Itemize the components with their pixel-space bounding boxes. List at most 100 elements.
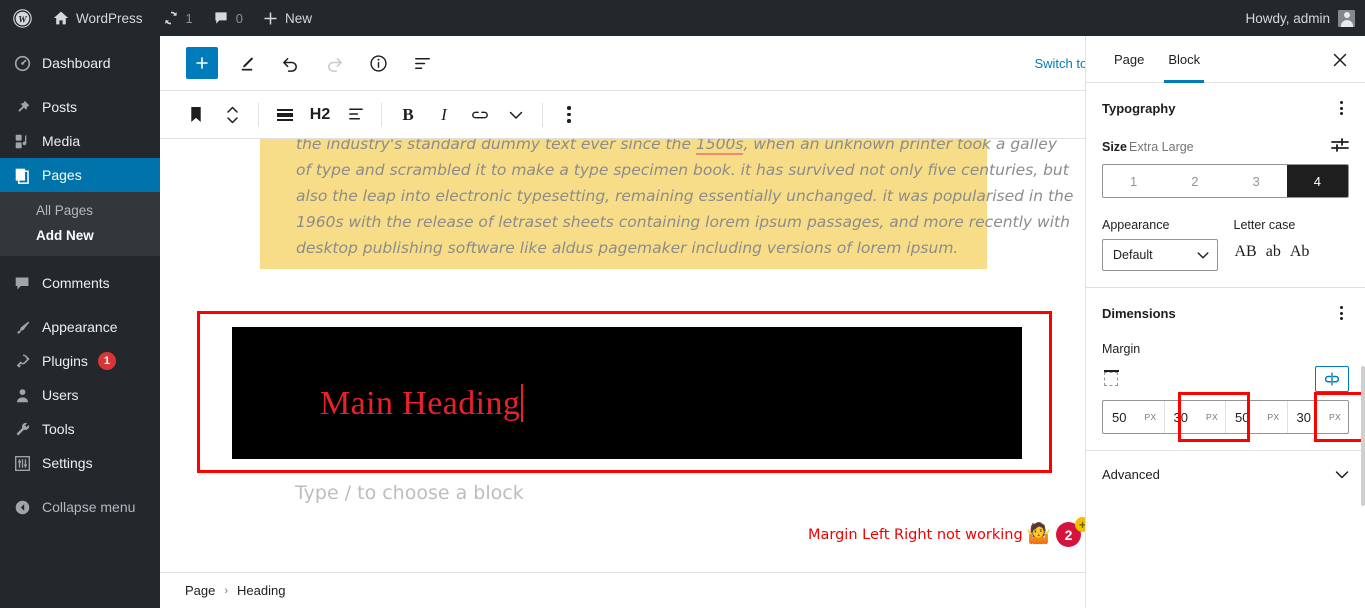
heading-text-value: Main Heading	[320, 385, 521, 422]
settings-sidebar: Page Block Typography Size Extra Large 1…	[1085, 36, 1365, 608]
block-options-button[interactable]	[551, 97, 587, 133]
annotation-rectangle-margin-left	[1314, 392, 1365, 442]
advanced-section-toggle[interactable]: Advanced	[1086, 451, 1365, 498]
updates-count: 1	[185, 10, 193, 26]
letter-case-lowercase-button[interactable]: ab	[1265, 241, 1282, 263]
add-block-button[interactable]	[186, 47, 218, 79]
chevron-down-icon	[1197, 251, 1208, 258]
paragraph-block[interactable]: the industry's standard dummy text ever …	[260, 139, 1074, 269]
advanced-label: Advanced	[1102, 467, 1160, 482]
empty-block-placeholder[interactable]: Type / to choose a block	[295, 482, 524, 504]
updates-button[interactable]: 1	[153, 0, 203, 36]
close-sidebar-button[interactable]	[1329, 49, 1351, 71]
sidebar-item-appearance[interactable]: Appearance	[0, 310, 160, 344]
admin-sidebar: Dashboard Posts Media Pages All Pages Ad…	[0, 36, 160, 608]
site-name-button[interactable]: WordPress	[43, 0, 153, 36]
letter-case-label: Letter case	[1233, 218, 1296, 232]
chevron-down-icon	[1335, 470, 1349, 478]
new-content-button[interactable]: New	[253, 0, 322, 36]
link-button[interactable]	[462, 97, 498, 133]
dimensions-options-button[interactable]	[1334, 302, 1349, 324]
heading-level-button[interactable]: H2	[303, 97, 337, 133]
sidebar-item-dashboard[interactable]: Dashboard	[0, 46, 160, 80]
paragraph-line: also the leap into electronic typesettin…	[296, 187, 1074, 205]
unlink-sides-button[interactable]	[1315, 366, 1349, 392]
edit-pencil-button[interactable]	[230, 47, 262, 79]
italic-button[interactable]: I	[426, 97, 462, 133]
wordpress-block-editor: W WordPress 1 0 New Howdy, admin Dashboa…	[0, 0, 1365, 608]
plus-icon	[264, 12, 277, 24]
wordpress-logo-icon: W	[13, 8, 32, 28]
plus-icon	[196, 57, 208, 69]
sidebar-item-users[interactable]: Users	[0, 378, 160, 412]
link-icon	[472, 111, 488, 118]
font-size-step-2[interactable]: 2	[1164, 165, 1225, 197]
paragraph-line: of type and scrambled it to make a type …	[296, 161, 1069, 179]
bold-button[interactable]: B	[390, 97, 426, 133]
list-view-button[interactable]	[406, 47, 438, 79]
appearance-select[interactable]: Default	[1102, 239, 1218, 271]
appearance-value: Default	[1113, 248, 1153, 262]
inspector-scrollbar[interactable]	[1361, 366, 1365, 506]
heading-block[interactable]: Main Heading	[232, 327, 1022, 459]
more-formats-button[interactable]	[498, 97, 534, 133]
block-type-group	[170, 91, 258, 139]
dashboard-icon	[12, 53, 32, 73]
comments-button[interactable]: 0	[203, 0, 253, 36]
appearance-label: Appearance	[1102, 218, 1170, 232]
sidebar-item-plugins[interactable]: Plugins 1	[0, 344, 160, 378]
font-size-stepper: 1 2 3 4	[1102, 164, 1349, 198]
sidebar-item-posts[interactable]: Posts	[0, 90, 160, 124]
sidebar-label: Pages	[42, 167, 82, 183]
close-icon	[1333, 53, 1347, 67]
tab-block[interactable]: Block	[1156, 36, 1212, 83]
block-mover-button[interactable]	[214, 97, 250, 133]
sidebar-item-collapse-menu[interactable]: Collapse menu	[0, 490, 160, 524]
document-info-button[interactable]	[362, 47, 394, 79]
site-name-label: WordPress	[76, 10, 143, 26]
typography-options-button[interactable]	[1334, 97, 1349, 119]
sidebar-item-media[interactable]: Media	[0, 124, 160, 158]
sidebar-item-comments[interactable]: Comments	[0, 266, 160, 300]
sidebar-label: Media	[42, 133, 81, 149]
sidebar-item-tools[interactable]: Tools	[0, 412, 160, 446]
letter-case-capitalize-button[interactable]: Ab	[1289, 241, 1311, 263]
sidebar-label: Appearance	[42, 319, 118, 335]
wordpress-logo-button[interactable]: W	[0, 0, 43, 36]
custom-size-button[interactable]	[1331, 137, 1349, 156]
block-type-heading-icon	[191, 106, 201, 123]
margin-top-input[interactable]: 50 PX	[1103, 401, 1164, 433]
submenu-item-add-new[interactable]: Add New	[0, 223, 160, 248]
tab-page[interactable]: Page	[1102, 36, 1156, 83]
redo-button[interactable]	[318, 47, 350, 79]
block-type-button[interactable]	[178, 97, 214, 133]
plug-icon	[12, 351, 32, 371]
info-icon	[369, 54, 387, 72]
breadcrumb-item-page[interactable]: Page	[185, 583, 215, 598]
font-size-step-3[interactable]: 3	[1226, 165, 1287, 197]
submenu-item-all-pages[interactable]: All Pages	[0, 198, 160, 223]
margin-top-value: 50	[1112, 409, 1127, 425]
sliders-icon	[12, 453, 32, 473]
sidebar-gap-4	[0, 480, 160, 490]
size-value: Extra Large	[1129, 139, 1194, 154]
undo-button[interactable]	[274, 47, 306, 79]
breadcrumb-item-heading[interactable]: Heading	[237, 583, 285, 598]
kebab-menu-icon	[567, 106, 571, 123]
svg-text:W: W	[18, 15, 27, 25]
block-align-button[interactable]	[267, 97, 303, 133]
sidebar-label: Tools	[42, 421, 75, 437]
comment-bubble-icon	[12, 273, 32, 293]
undo-icon	[282, 57, 297, 72]
letter-case-uppercase-button[interactable]: AB	[1234, 241, 1258, 263]
user-icon	[12, 385, 32, 405]
typography-header: Typography	[1102, 97, 1349, 119]
text-align-button[interactable]	[337, 97, 373, 133]
font-size-step-1[interactable]: 1	[1103, 165, 1164, 197]
account-menu[interactable]: Howdy, admin	[1245, 9, 1365, 27]
sidebar-item-settings[interactable]: Settings	[0, 446, 160, 480]
sidebar-item-pages[interactable]: Pages	[0, 158, 160, 192]
font-size-step-4[interactable]: 4	[1286, 165, 1348, 197]
sidebar-label: Posts	[42, 99, 78, 115]
appearance-case-row: Appearance Default Letter case AB ab Ab	[1102, 218, 1349, 271]
